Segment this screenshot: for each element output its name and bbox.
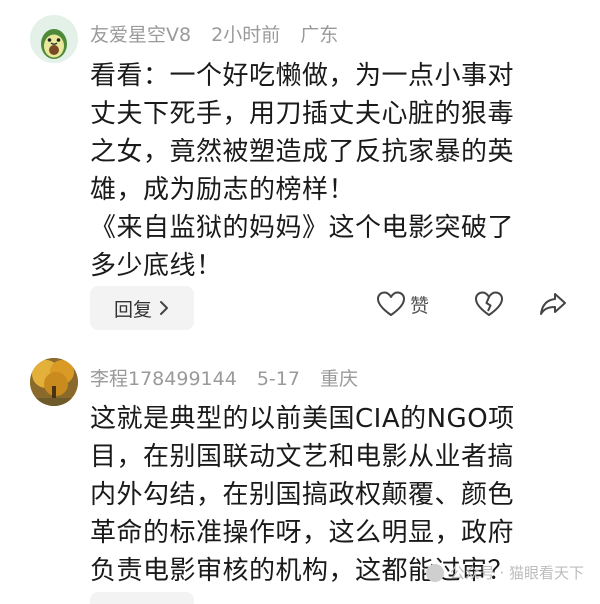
avatar[interactable] [30,358,78,406]
comment-line: 多少底线！ [90,251,223,281]
avatar[interactable] [30,15,78,63]
comment-line: 丈夫下死手，用刀插丈夫心脏的狠毒 [90,99,515,129]
wechat-icon [425,563,444,582]
comment-meta: 友爱星空V8 2小时前 广东 [90,20,352,47]
comment-line: 雄，成为励志的榜样！ [90,175,356,205]
username[interactable]: 李程178499144 [90,368,237,390]
comment-meta: 李程178499144 5-17 重庆 [90,364,372,391]
reply-label: 回复 [113,298,152,321]
comment-line: 目，在别国联动文艺和电影从业者搞 [90,442,515,472]
watermark-text: 公众号 · 猫眼看天下 [449,564,584,582]
reply-button[interactable]: 回复 [90,286,194,330]
share-button[interactable] [538,290,568,318]
username[interactable]: 友爱星空V8 [90,24,191,46]
timestamp: 5-17 [256,368,300,390]
comment-line: 看看：一个好吃懒做，为一点小事对 [90,61,515,91]
reply-button-partial[interactable] [90,592,194,604]
comment-line: 之女，竟然被塑造成了反抗家暴的英 [90,137,515,167]
chevron-right-icon [160,301,168,315]
comment-text: 看看：一个好吃懒做，为一点小事对 丈夫下死手，用刀插丈夫心脏的狠毒 之女，竟然被… [90,57,560,285]
comment-line: 《来自监狱的妈妈》这个电影突破了 [90,213,515,243]
location: 广东 [300,24,339,46]
comment-line: 内外勾结，在别国搞政权颠覆、颜色 [90,480,515,510]
comment-line: 革命的标准操作呀，这么明显，政府 [90,518,515,548]
like-button[interactable]: 赞 [376,290,429,318]
like-label: 赞 [410,294,430,317]
timestamp: 2小时前 [211,24,281,46]
dislike-button[interactable] [474,290,504,318]
avocado-avatar-icon [30,15,78,63]
autumn-tree-avatar-icon [30,358,78,406]
watermark: 公众号 · 猫眼看天下 [425,562,584,583]
comment-line: 这就是典型的以前美国CIA的NGO项 [90,404,515,434]
heart-outline-icon [377,291,405,316]
location: 重庆 [320,368,359,390]
share-arrow-icon [540,293,566,315]
broken-heart-icon [475,291,503,316]
